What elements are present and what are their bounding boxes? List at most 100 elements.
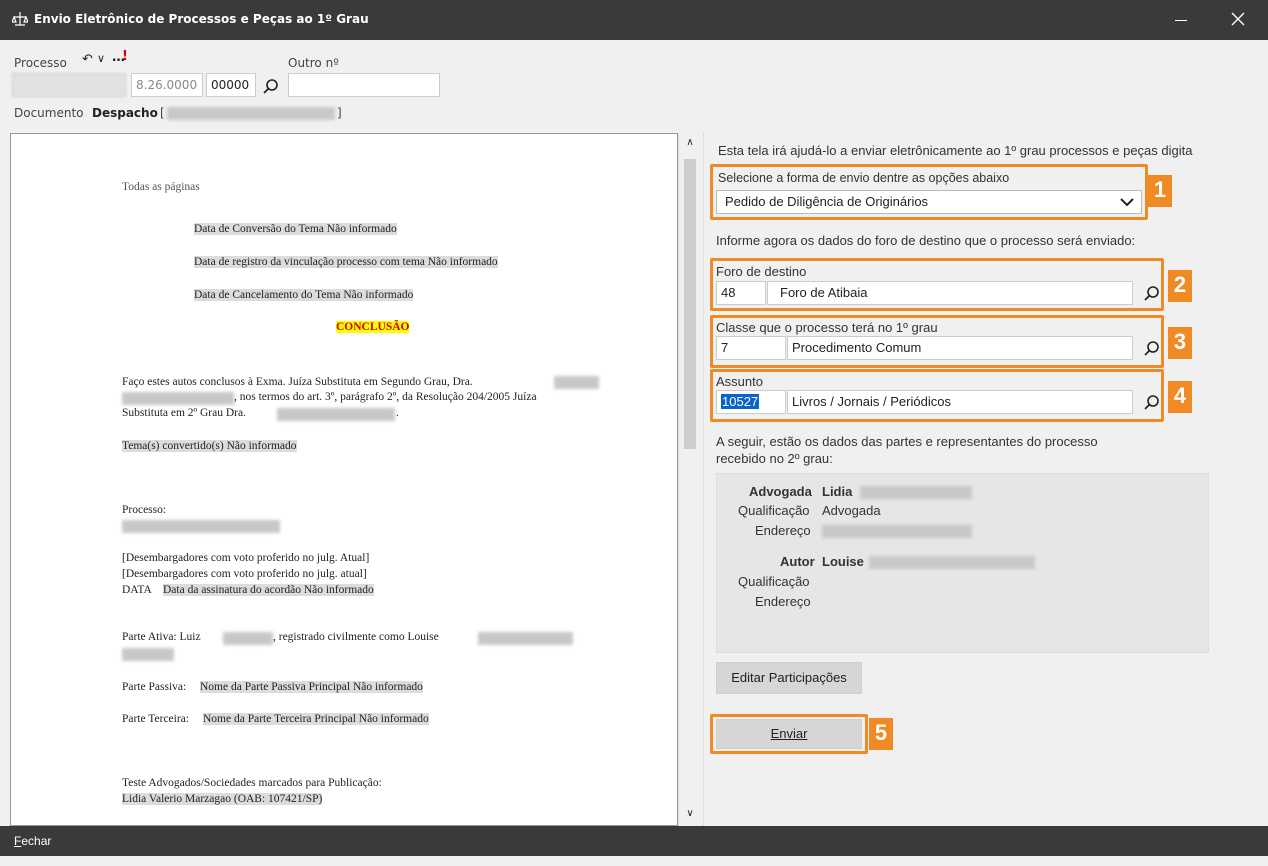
- close-icon[interactable]: [1224, 8, 1252, 32]
- scroll-down-icon[interactable]: ∨: [679, 808, 701, 822]
- doc-redacted-ativa2: [478, 632, 573, 645]
- partes-panel: Advogada Lidia Qualificação Advogada End…: [716, 473, 1209, 653]
- chevron-down-icon[interactable]: [1120, 196, 1134, 208]
- search-icon[interactable]: [1142, 339, 1162, 359]
- p1-end-label: Endereço: [755, 523, 811, 538]
- processo-field-3[interactable]: 00000: [206, 73, 256, 97]
- doc-data-prefix: DATA: [122, 584, 152, 596]
- envio-form-panel: Esta tela irá ajudá-lo a enviar eletrôni…: [703, 133, 1268, 826]
- doc-ativa-rest: , registrado civilmente como Louise: [273, 631, 439, 643]
- classe-label: Classe que o processo terá no 1º grau: [716, 320, 938, 335]
- document-viewer[interactable]: Todas as páginas Data de Conversão do Te…: [10, 133, 678, 826]
- documento-redacted: [167, 107, 335, 120]
- doc-processo: Processo:: [122, 504, 167, 516]
- step-badge-4: 4: [1168, 381, 1192, 413]
- foro-label: Foro de destino: [716, 264, 807, 279]
- document-scrollbar[interactable]: ∧ ∨: [678, 133, 700, 826]
- undo-icon[interactable]: ↶: [82, 52, 93, 67]
- fechar-button[interactable]: Fechar: [14, 834, 51, 848]
- documento-bracket-open: [: [160, 106, 165, 120]
- assunto-code-selected: 10527: [721, 394, 760, 409]
- search-icon[interactable]: [1142, 284, 1162, 304]
- alert-icon: !: [122, 49, 128, 64]
- step-badge-2: 2: [1168, 270, 1192, 302]
- doc-line-conversao: Data de Conversão do Tema Não informado: [194, 223, 397, 235]
- doc-tema: Tema(s) convertido(s) Não informado: [122, 440, 297, 452]
- p1-name-redacted: [860, 486, 972, 499]
- foro-code-input[interactable]: 48: [716, 281, 766, 305]
- forma-envio-select[interactable]: Pedido de Diligência de Originários: [716, 190, 1142, 214]
- doc-line-todas: Todas as páginas: [122, 181, 200, 193]
- scroll-up-icon[interactable]: ∧: [679, 137, 701, 151]
- p2-name: Louise: [822, 554, 864, 569]
- search-icon[interactable]: [261, 77, 281, 97]
- doc-data-rest: Data da assinatura do acordão Não inform…: [163, 584, 374, 596]
- title-bar: Envio Eletrônico de Processos e Peças ao…: [0, 0, 1268, 40]
- search-icon[interactable]: [1142, 393, 1162, 413]
- outro-label: Outro nº: [288, 56, 339, 70]
- scales-icon: [12, 12, 28, 26]
- doc-des1: [Desembargadores com voto proferido no j…: [122, 552, 370, 564]
- step-badge-3: 3: [1168, 327, 1192, 359]
- forma-envio-selected: Pedido de Diligência de Originários: [725, 194, 929, 209]
- doc-line-registro: Data de registro da vinculação processo …: [194, 256, 498, 268]
- assunto-code-input[interactable]: 10527: [716, 390, 786, 414]
- processo-field-2[interactable]: 8.26.0000: [131, 73, 203, 97]
- doc-des2: [Desembargadores com voto proferido no j…: [122, 568, 367, 580]
- classe-name-input[interactable]: Procedimento Comum: [787, 336, 1133, 360]
- doc-teste: Teste Advogados/Sociedades marcados para…: [122, 777, 382, 789]
- footer-bar: Fechar: [0, 826, 1268, 856]
- p1-end-redacted: [822, 525, 972, 538]
- intro-text: Esta tela irá ajudá-lo a enviar eletrôni…: [718, 143, 1193, 158]
- doc-faco-line3: Substituta em 2º Grau Dra.: [122, 407, 246, 419]
- scroll-thumb[interactable]: [684, 159, 696, 449]
- doc-redacted-processo: [122, 520, 280, 533]
- assunto-name-input[interactable]: Livros / Jornais / Periódicos: [787, 390, 1133, 414]
- p2-qual-label: Qualificação: [738, 574, 810, 589]
- doc-passiva-rest: Nome da Parte Passiva Principal Não info…: [200, 681, 423, 693]
- doc-ativa-prefix: Parte Ativa: Luiz: [122, 631, 201, 643]
- p1-role: Advogada: [749, 484, 812, 499]
- doc-redacted-1: [554, 376, 599, 389]
- outro-input[interactable]: [288, 73, 440, 97]
- doc-conclusao: CONCLUSÃO: [336, 321, 410, 333]
- p1-qual-value: Advogada: [822, 503, 881, 518]
- step-badge-1: 1: [1148, 175, 1172, 207]
- doc-redacted-ativa3: [122, 648, 174, 661]
- p1-qual-label: Qualificação: [738, 503, 810, 518]
- seguir-text-1: A seguir, estão os dados das partes e re…: [716, 434, 1098, 449]
- doc-line-cancelamento: Data de Cancelamento do Tema Não informa…: [194, 289, 414, 301]
- doc-terceira-prefix: Parte Terceira:: [122, 713, 189, 725]
- doc-faco-end: .: [396, 407, 399, 419]
- doc-passiva-prefix: Parte Passiva:: [122, 681, 187, 693]
- assunto-label: Assunto: [716, 374, 763, 389]
- doc-lidia: Lidia Valerio Marzagao (OAB: 107421/SP): [122, 793, 323, 805]
- p2-role: Autor: [780, 554, 815, 569]
- enviar-button[interactable]: Enviar: [716, 719, 862, 749]
- fechar-label: echar: [21, 834, 52, 848]
- p2-end-label: Endereço: [755, 594, 811, 609]
- informe-text: Informe agora os dados do foro de destin…: [716, 233, 1136, 248]
- documento-label: Documento: [14, 106, 84, 120]
- documento-value: Despacho: [92, 106, 158, 120]
- doc-faco-line2: , nos termos do art. 3º, parágrafo 2º, d…: [234, 391, 537, 403]
- doc-terceira-rest: Nome da Parte Terceira Principal Não inf…: [203, 713, 429, 725]
- foro-name-input[interactable]: Foro de Atibaia: [767, 281, 1133, 305]
- doc-redacted-ativa1: [223, 632, 273, 645]
- minimize-button[interactable]: [1168, 8, 1194, 32]
- chevron-down-icon[interactable]: ∨: [97, 52, 105, 65]
- editar-participacoes-button[interactable]: Editar Participações: [716, 662, 862, 694]
- process-header: Processo ↶ ∨ … ! Outro nº 8.26.0000 0000…: [0, 40, 1268, 128]
- processo-number-field[interactable]: [12, 73, 126, 97]
- classe-code-input[interactable]: 7: [716, 336, 786, 360]
- doc-redacted-2: [122, 392, 234, 405]
- doc-faco-line1: Faço estes autos conclusos à Exma. Juíza…: [122, 376, 473, 388]
- step-badge-5: 5: [869, 718, 893, 750]
- documento-bracket-close: ]: [337, 106, 342, 120]
- window-title: Envio Eletrônico de Processos e Peças ao…: [34, 12, 369, 26]
- p2-name-redacted: [869, 556, 1035, 569]
- seguir-text-2: recebido no 2º grau:: [716, 451, 833, 466]
- doc-redacted-3: [277, 408, 395, 421]
- processo-label: Processo: [14, 56, 67, 70]
- forma-envio-label: Selecione a forma de envio dentre as opç…: [718, 171, 1010, 185]
